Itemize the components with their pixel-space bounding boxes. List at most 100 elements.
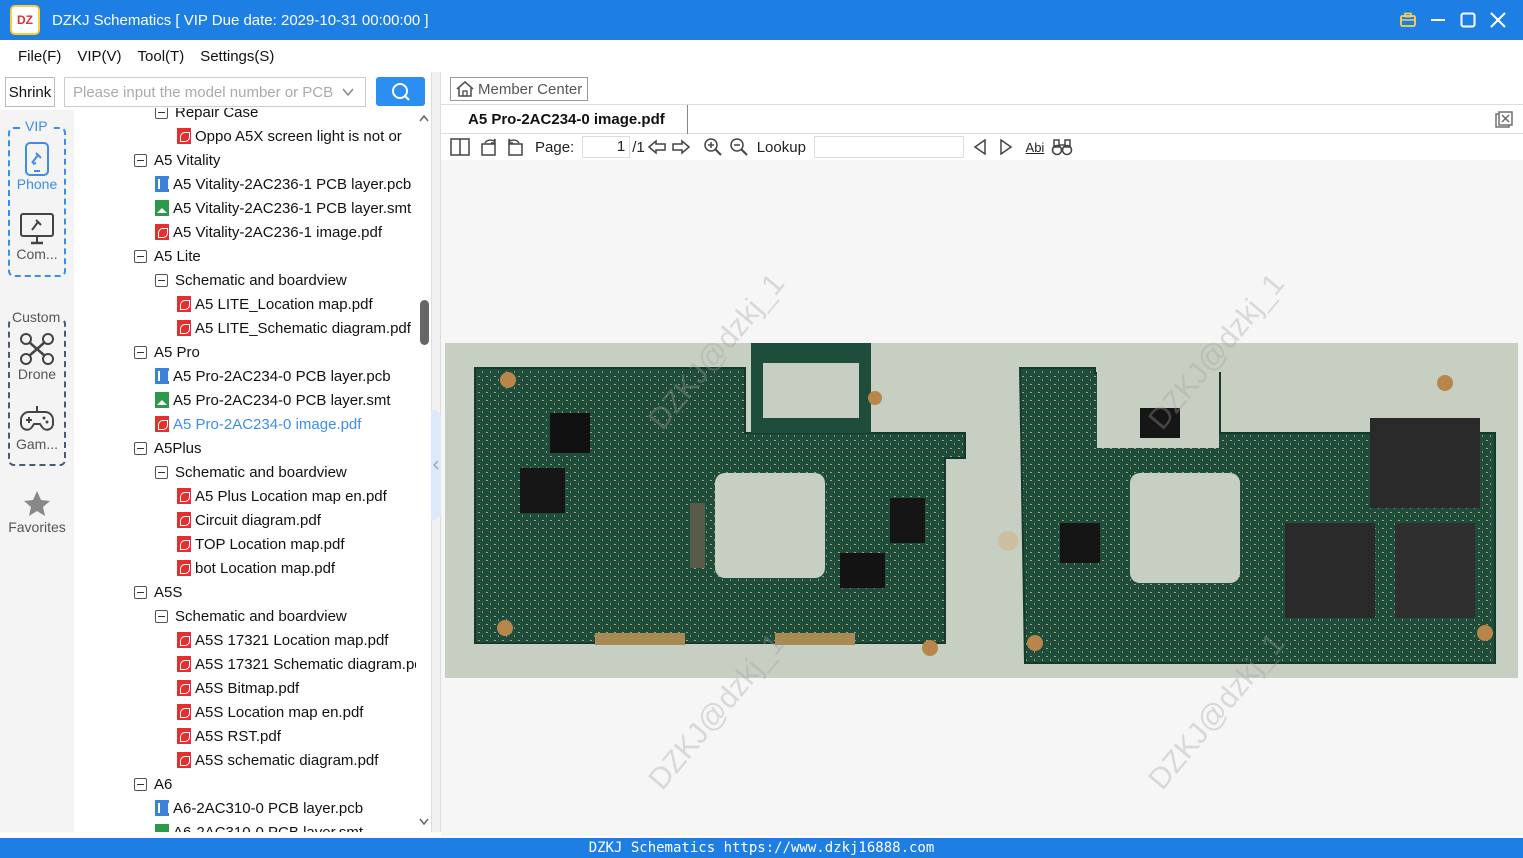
menu-settings[interactable]: Settings(S) xyxy=(200,48,274,65)
pdf-file-icon xyxy=(177,752,191,768)
tree-folder[interactable]: A6 xyxy=(134,772,172,796)
computer-icon xyxy=(20,213,54,245)
page-number-input[interactable]: 1 xyxy=(582,136,631,158)
pdf-file-icon xyxy=(177,536,191,552)
rotate-left-icon[interactable] xyxy=(503,135,527,159)
close-button[interactable] xyxy=(1483,0,1513,40)
find-prev-icon[interactable] xyxy=(968,135,992,159)
pdf-file-icon xyxy=(177,488,191,504)
tree-file-pcb[interactable]: A6-2AC310-0 PCB layer.pcb xyxy=(155,796,363,820)
document-tab[interactable]: A5 Pro-2AC234-0 image.pdf xyxy=(445,105,688,134)
tree-file-pdf[interactable]: A5S 17321 Location map.pdf xyxy=(177,628,388,652)
find-next-icon[interactable] xyxy=(994,135,1018,159)
page-label: Page: xyxy=(535,138,575,156)
tree-item-label: A5S Location map en.pdf xyxy=(195,703,364,721)
next-page-arrow-icon[interactable] xyxy=(669,135,693,159)
star-icon xyxy=(24,491,50,516)
match-case-icon[interactable]: Abi xyxy=(1022,135,1048,159)
tree-file-pdf[interactable]: bot Location map.pdf xyxy=(177,556,335,580)
tree-folder[interactable]: A5 Pro xyxy=(134,340,200,364)
tree-file-pdf[interactable]: A5 Vitality-2AC236-1 image.pdf xyxy=(155,220,382,244)
briefcase-icon[interactable] xyxy=(1393,0,1423,40)
collapse-toggle-icon[interactable] xyxy=(134,777,147,791)
rail-item-game[interactable]: Gam... xyxy=(8,402,66,452)
tree-file-pdf[interactable]: A5S Bitmap.pdf xyxy=(177,676,299,700)
tree-file-pdf[interactable]: TOP Location map.pdf xyxy=(177,532,345,556)
rotate-right-icon[interactable] xyxy=(477,135,501,159)
rail-item-computer[interactable]: Com... xyxy=(8,212,66,262)
lookup-input[interactable] xyxy=(813,136,964,158)
tree-folder[interactable]: A5Plus xyxy=(134,436,202,460)
tree-folder[interactable]: A5 Vitality xyxy=(134,148,220,172)
tree-file-pdf[interactable]: A5 Plus Location map en.pdf xyxy=(177,484,387,508)
collapse-toggle-icon[interactable] xyxy=(155,273,168,287)
close-tabs-icon[interactable] xyxy=(1495,111,1513,129)
pdf-file-icon xyxy=(177,320,191,336)
tree-file-pdf[interactable]: A5 Pro-2AC234-0 image.pdf xyxy=(155,412,361,436)
tree-file-pdf[interactable]: A5S Location map en.pdf xyxy=(177,700,363,724)
chevron-down-icon[interactable] xyxy=(341,85,355,103)
pdf-file-icon xyxy=(177,632,191,648)
tree-file-pcb[interactable]: A5 Pro-2AC234-0 PCB layer.pcb xyxy=(155,364,391,388)
tree-file-pdf[interactable]: A5S schematic diagram.pdf xyxy=(177,748,378,772)
tree-folder[interactable]: Schematic and boardview xyxy=(155,460,347,484)
tree-item-label: Schematic and boardview xyxy=(175,463,347,481)
zoom-in-icon[interactable] xyxy=(701,135,725,159)
tree-folder[interactable]: Schematic and boardview xyxy=(155,604,347,628)
tree-file-pdf[interactable]: A5S RST.pdf xyxy=(177,724,281,748)
tree-file-pdf[interactable]: A5 LITE_Schematic diagram.pdf xyxy=(177,316,411,340)
vip-group-label: VIP xyxy=(23,118,50,134)
tree-file-smt[interactable]: A6-2AC310-0 PCB layer.smt xyxy=(155,820,363,832)
collapse-toggle-icon[interactable] xyxy=(134,249,147,263)
tree-scrollbar[interactable] xyxy=(417,108,431,832)
menu-tool[interactable]: Tool(T) xyxy=(138,48,185,65)
tree-folder[interactable]: Repair Case xyxy=(155,108,258,124)
member-center-button[interactable]: Member Center xyxy=(450,77,588,101)
scroll-up-icon[interactable] xyxy=(419,114,429,122)
rail-item-phone[interactable]: Phone xyxy=(8,142,66,192)
tree-scroll-thumb[interactable] xyxy=(420,300,429,345)
scroll-down-icon[interactable] xyxy=(419,818,429,826)
sidebar-toggle-icon[interactable] xyxy=(449,135,471,159)
search-button[interactable] xyxy=(376,77,425,106)
tree-file-smt[interactable]: A5 Vitality-2AC236-1 PCB layer.smt xyxy=(155,196,411,220)
shrink-button[interactable]: Shrink xyxy=(5,77,55,107)
maximize-button[interactable] xyxy=(1453,0,1483,40)
collapse-toggle-icon[interactable] xyxy=(134,345,147,359)
tree-folder[interactable]: A5S xyxy=(134,580,182,604)
collapse-toggle-icon[interactable] xyxy=(155,609,168,623)
model-search-input[interactable]: Please input the model number or PCB xyxy=(64,77,366,107)
zoom-out-icon[interactable] xyxy=(727,135,751,159)
rail-item-drone[interactable]: Drone xyxy=(8,332,66,382)
title-bar: DZ DZKJ Schematics [ VIP Due date: 2029-… xyxy=(0,0,1523,40)
binoculars-icon[interactable] xyxy=(1050,135,1074,159)
tree-item-label: A5S Bitmap.pdf xyxy=(195,679,300,697)
prev-page-arrow-icon[interactable] xyxy=(645,135,669,159)
pdf-viewer[interactable]: DZKJ@dzkj_1 DZKJ@dzkj_1 DZKJ@dzkj_1 DZKJ… xyxy=(441,160,1523,836)
collapse-toggle-icon[interactable] xyxy=(134,153,147,167)
tree-file-pdf[interactable]: Oppo A5X screen light is not or xyxy=(177,124,402,148)
menu-file[interactable]: File(F) xyxy=(18,48,61,65)
collapse-toggle-icon[interactable] xyxy=(155,108,168,119)
tree-item-label: A6 xyxy=(154,775,173,793)
tree-item-label: Repair Case xyxy=(175,108,259,121)
rail-item-favorites[interactable]: Favorites xyxy=(8,489,66,535)
tree-file-pdf[interactable]: A5 LITE_Location map.pdf xyxy=(177,292,373,316)
minimize-button[interactable] xyxy=(1423,0,1453,40)
gamepad-icon xyxy=(20,406,54,431)
tree-folder[interactable]: A5 Lite xyxy=(134,244,201,268)
collapse-toggle-icon[interactable] xyxy=(155,465,168,479)
collapse-panel-handle[interactable] xyxy=(431,410,441,520)
tree-folder[interactable]: Schematic and boardview xyxy=(155,268,347,292)
pdf-file-icon xyxy=(177,296,191,312)
pdf-file-icon xyxy=(177,512,191,528)
collapse-toggle-icon[interactable] xyxy=(134,441,147,455)
tree-file-smt[interactable]: A5 Pro-2AC234-0 PCB layer.smt xyxy=(155,388,391,412)
tree-file-pdf[interactable]: A5S 17321 Schematic diagram.pdf xyxy=(177,652,416,676)
collapse-toggle-icon[interactable] xyxy=(134,585,147,599)
tree-file-pdf[interactable]: Circuit diagram.pdf xyxy=(177,508,321,532)
tree-item-label: A5 Pro-2AC234-0 PCB layer.smt xyxy=(173,391,391,409)
pdf-file-icon xyxy=(155,224,169,240)
tree-file-pcb[interactable]: A5 Vitality-2AC236-1 PCB layer.pcb xyxy=(155,172,411,196)
menu-vip[interactable]: VIP(V) xyxy=(77,48,121,65)
